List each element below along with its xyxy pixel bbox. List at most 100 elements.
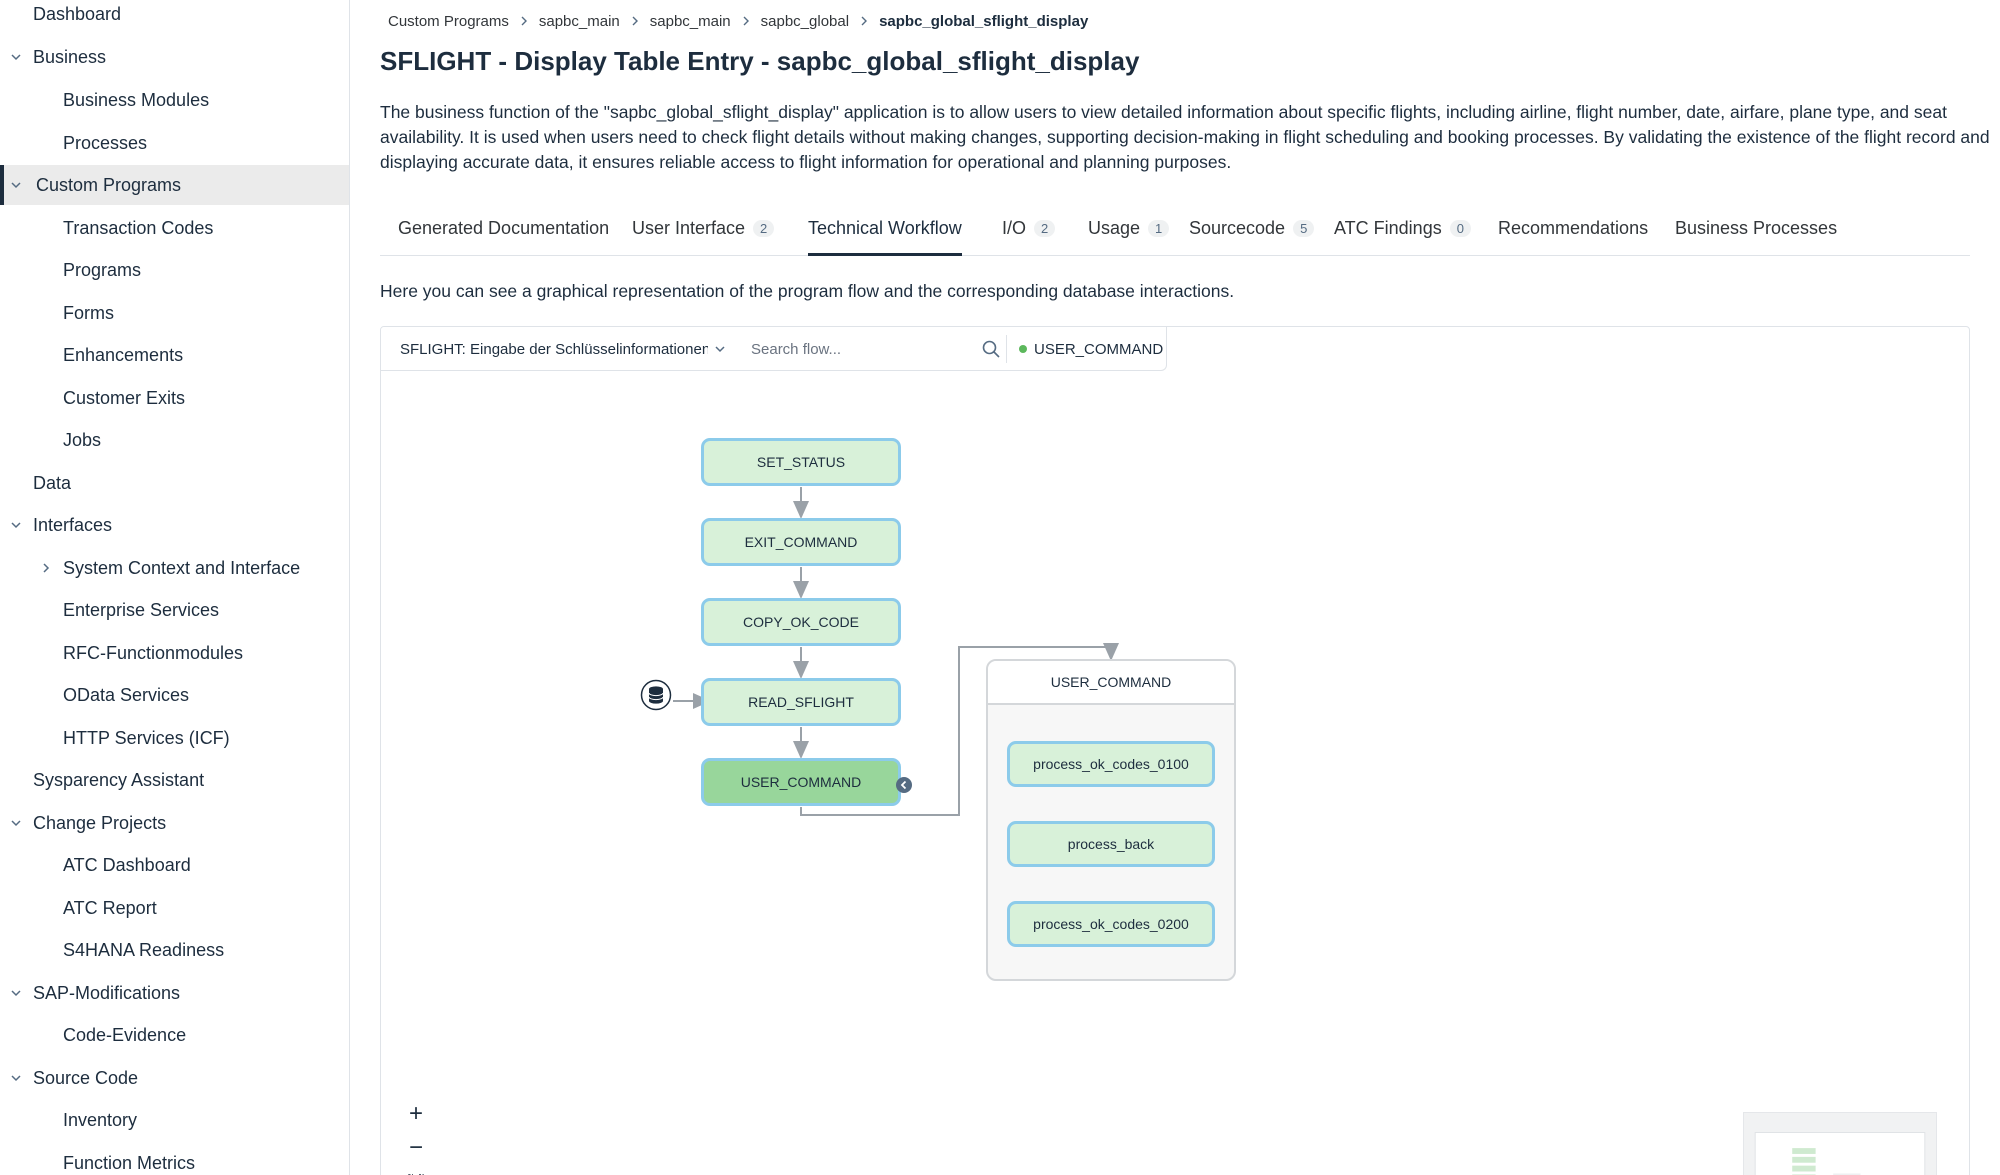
sidebar-item-label: ATC Report <box>63 897 157 918</box>
breadcrumb-item[interactable]: sapbc_main <box>539 13 620 30</box>
sidebar-item-atc-dashboard[interactable]: ATC Dashboard <box>0 845 349 885</box>
flow-node-process-ok-codes-0100[interactable]: process_ok_codes_0100 <box>1007 741 1215 787</box>
breadcrumb-item[interactable]: Custom Programs <box>388 13 509 30</box>
sidebar-item-label: Data <box>33 472 72 493</box>
sidebar-item-system-context[interactable]: System Context and Interface <box>0 548 349 588</box>
chevron-down-icon[interactable] <box>8 985 24 1001</box>
sidebar-item-function-metrics[interactable]: Function Metrics <box>0 1143 349 1175</box>
sidebar-item-atc-report[interactable]: ATC Report <box>0 888 349 928</box>
flow-node-read-sflight[interactable]: READ_SFLIGHT <box>701 678 901 726</box>
flow-node-copy-ok-code[interactable]: COPY_OK_CODE <box>701 598 901 646</box>
chevron-right-icon <box>849 16 879 26</box>
tab-io[interactable]: I/O 2 <box>1002 212 1056 256</box>
sidebar-item-label: Code-Evidence <box>63 1024 187 1045</box>
tab-label: User Interface <box>632 218 746 238</box>
breadcrumb-item[interactable]: sapbc_main <box>650 13 731 30</box>
tab-generated-documentation[interactable]: Generated Documentation <box>398 212 609 256</box>
chevron-down-icon[interactable] <box>8 49 24 65</box>
flow-node-process-back[interactable]: process_back <box>1007 821 1215 867</box>
sidebar-item-programs[interactable]: Programs <box>0 250 349 290</box>
flow-node-process-ok-codes-0200[interactable]: process_ok_codes_0200 <box>1007 901 1215 947</box>
chevron-down-icon <box>715 346 725 353</box>
tab-atc-findings[interactable]: ATC Findings 0 <box>1334 212 1471 256</box>
zoom-in-button[interactable]: + <box>399 1097 433 1131</box>
sidebar-item-customer-exits[interactable]: Customer Exits <box>0 378 349 418</box>
toolbar-divider <box>1006 335 1007 363</box>
sidebar-item-label: Sysparency Assistant <box>33 769 205 790</box>
tab-business-processes[interactable]: Business Processes <box>1675 212 1837 256</box>
sidebar-item-jobs[interactable]: Jobs <box>0 420 349 460</box>
sidebar-item-processes[interactable]: Processes <box>0 123 349 163</box>
chevron-right-icon <box>731 16 761 26</box>
sidebar-item-enhancements[interactable]: Enhancements <box>0 335 349 375</box>
tab-technical-workflow[interactable]: Technical Workflow <box>808 212 962 256</box>
flow-status-tag: USER_COMMAND <box>1019 327 1163 371</box>
tab-label: Usage <box>1088 218 1141 238</box>
flow-toolbar: SFLIGHT: Eingabe der Schlüsselinformatio… <box>381 327 1167 371</box>
breadcrumb-item[interactable]: sapbc_global <box>761 13 849 30</box>
sidebar-item-inventory[interactable]: Inventory <box>0 1100 349 1140</box>
sidebar-item-code-evidence[interactable]: Code-Evidence <box>0 1015 349 1055</box>
tab-count-badge: 0 <box>1449 220 1471 237</box>
flow-select-dropdown[interactable]: SFLIGHT: Eingabe der Schlüsselinformatio… <box>381 327 739 371</box>
sidebar-item-data[interactable]: Data <box>0 463 349 503</box>
sidebar-item-business[interactable]: Business <box>0 37 349 77</box>
sidebar-item-label: Business <box>33 46 107 67</box>
sidebar-item-http-services[interactable]: HTTP Services (ICF) <box>0 718 349 758</box>
database-icon[interactable] <box>640 679 672 711</box>
sidebar-item-label: Jobs <box>63 429 102 450</box>
chevron-down-icon[interactable] <box>8 815 24 831</box>
sidebar-item-label: Inventory <box>63 1109 138 1130</box>
breadcrumb: Custom Programs sapbc_main sapbc_main sa… <box>388 8 1088 34</box>
sidebar-item-source-code[interactable]: Source Code <box>0 1058 349 1098</box>
chevron-left-icon[interactable] <box>895 776 913 794</box>
tab-bar: Generated Documentation User Interface 2… <box>380 212 1970 256</box>
tab-count-badge: 2 <box>1034 220 1056 237</box>
sidebar-item-sysparency-assistant[interactable]: Sysparency Assistant <box>0 760 349 800</box>
sidebar-item-label: Dashboard <box>33 3 122 24</box>
sidebar-item-change-projects[interactable]: Change Projects <box>0 803 349 843</box>
flow-search-input[interactable] <box>751 340 951 358</box>
sidebar-item-forms[interactable]: Forms <box>0 293 349 333</box>
flow-node-exit-command[interactable]: EXIT_COMMAND <box>701 518 901 566</box>
flow-group-title: USER_COMMAND <box>988 661 1234 705</box>
sidebar-item-rfc[interactable]: RFC-Functionmodules <box>0 633 349 673</box>
sidebar: Dashboard Business Business Modules Proc… <box>0 0 350 1175</box>
tab-count-badge: 1 <box>1148 220 1170 237</box>
sidebar-item-label: Interfaces <box>33 514 113 535</box>
sidebar-item-sap-modifications[interactable]: SAP-Modifications <box>0 973 349 1013</box>
zoom-out-button[interactable]: − <box>399 1131 433 1165</box>
flow-status-label: USER_COMMAND <box>1034 340 1164 358</box>
flow-minimap[interactable] <box>1743 1112 1937 1175</box>
page-description: The business function of the "sapbc_glob… <box>380 102 1990 172</box>
breadcrumb-current: sapbc_global_sflight_display <box>879 12 1089 30</box>
flow-node-set-status[interactable]: SET_STATUS <box>701 438 901 486</box>
sidebar-item-transaction-codes[interactable]: Transaction Codes <box>0 208 349 248</box>
tab-label: Technical Workflow <box>808 218 962 238</box>
sidebar-item-interfaces[interactable]: Interfaces <box>0 505 349 545</box>
tab-label: Recommendations <box>1498 218 1649 238</box>
sidebar-item-s4hana-readiness[interactable]: S4HANA Readiness <box>0 930 349 970</box>
flow-node-user-command[interactable]: USER_COMMAND <box>701 758 901 806</box>
workflow-intro-text: Here you can see a graphical representat… <box>380 281 1235 301</box>
tab-user-interface[interactable]: User Interface 2 <box>632 212 775 256</box>
chevron-down-icon[interactable] <box>8 517 24 533</box>
tab-usage[interactable]: Usage 1 <box>1088 212 1170 256</box>
sidebar-item-custom-programs[interactable]: Custom Programs <box>0 165 349 205</box>
sidebar-item-dashboard[interactable]: Dashboard <box>0 0 349 34</box>
search-icon[interactable] <box>981 339 1001 359</box>
sidebar-item-label: S4HANA Readiness <box>63 939 225 960</box>
sidebar-item-enterprise-services[interactable]: Enterprise Services <box>0 590 349 630</box>
chevron-down-icon[interactable] <box>8 177 24 193</box>
chevron-right-icon[interactable] <box>38 560 54 576</box>
chevron-down-icon[interactable] <box>8 1070 24 1086</box>
sidebar-item-label: Transaction Codes <box>63 217 214 238</box>
tab-sourcecode[interactable]: Sourcecode 5 <box>1189 212 1315 256</box>
sidebar-item-label: HTTP Services (ICF) <box>63 727 230 748</box>
sidebar-item-business-modules[interactable]: Business Modules <box>0 80 349 120</box>
fit-view-button[interactable] <box>399 1165 433 1175</box>
tab-recommendations[interactable]: Recommendations <box>1498 212 1648 256</box>
tab-count-badge: 2 <box>753 220 775 237</box>
flow-group-user-command[interactable]: USER_COMMAND process_ok_codes_0100 proce… <box>986 659 1236 981</box>
sidebar-item-odata[interactable]: OData Services <box>0 675 349 715</box>
